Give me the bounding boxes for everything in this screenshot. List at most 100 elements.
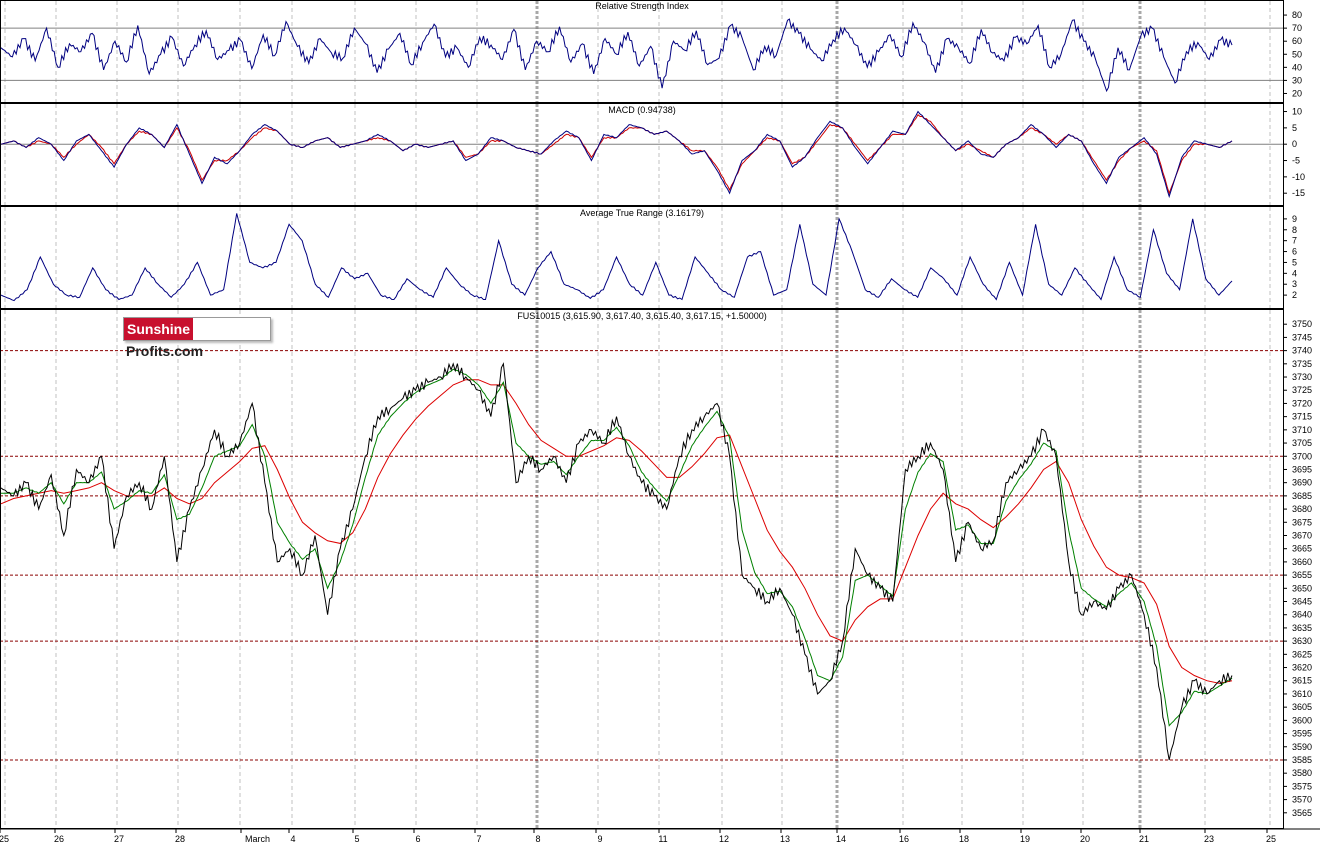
panel-frame bbox=[0, 309, 1284, 829]
y-tick-label: 3635 bbox=[1292, 623, 1312, 633]
y-tick-label: 3625 bbox=[1292, 649, 1312, 659]
x-tick-label: 21 bbox=[1139, 834, 1149, 844]
x-tick-label: 8 bbox=[535, 834, 540, 844]
y-tick-label: 5 bbox=[1292, 123, 1297, 133]
y-tick-label: 3620 bbox=[1292, 663, 1312, 673]
y-tick-label: 3745 bbox=[1292, 332, 1312, 342]
y-tick-label: 70 bbox=[1292, 23, 1302, 33]
y-tick-label: 3660 bbox=[1292, 557, 1312, 567]
x-tick-label: 16 bbox=[899, 834, 909, 844]
y-tick-label: 3570 bbox=[1292, 795, 1312, 805]
y-tick-label: 3730 bbox=[1292, 372, 1312, 382]
macd-title: MACD (0.94738) bbox=[608, 105, 676, 115]
y-tick-label: 10 bbox=[1292, 107, 1302, 117]
price-title: FUS10015 (3,615.90, 3,617.40, 3,615.40, … bbox=[517, 311, 766, 321]
y-tick-label: 5 bbox=[1292, 257, 1297, 267]
y-tick-label: 3695 bbox=[1292, 464, 1312, 474]
y-tick-label: 4 bbox=[1292, 268, 1297, 278]
atr-title: Average True Range (3.16179) bbox=[580, 208, 704, 218]
x-tick-label: 5 bbox=[354, 834, 359, 844]
y-tick-label: 3700 bbox=[1292, 451, 1312, 461]
y-tick-label: 3670 bbox=[1292, 530, 1312, 540]
price-ma-fast bbox=[0, 368, 1233, 727]
x-tick-label: 6 bbox=[415, 834, 420, 844]
y-tick-label: 3680 bbox=[1292, 504, 1312, 514]
panel-frame bbox=[0, 103, 1284, 206]
panel-frame bbox=[0, 206, 1284, 309]
y-tick-label: 3715 bbox=[1292, 412, 1312, 422]
y-tick-label: 60 bbox=[1292, 36, 1302, 46]
macd-signal-line bbox=[0, 114, 1233, 195]
y-tick-label: 3655 bbox=[1292, 570, 1312, 580]
y-tick-label: 3600 bbox=[1292, 715, 1312, 725]
price-line bbox=[0, 362, 1233, 761]
y-tick-label: 3690 bbox=[1292, 478, 1312, 488]
y-tick-label: 50 bbox=[1292, 49, 1302, 59]
y-tick-label: 3675 bbox=[1292, 517, 1312, 527]
axis-layer: 25 26 27 28 March 4 5 6 7 8 9 11 12 13 14 16 18 19 20 21 23 2… bbox=[0, 10, 1312, 844]
y-tick-label: 3630 bbox=[1292, 636, 1312, 646]
x-tick-label: 11 bbox=[658, 834, 667, 844]
x-tick-label: 26 bbox=[54, 834, 64, 844]
y-tick-label: 3610 bbox=[1292, 689, 1312, 699]
x-tick-label: 18 bbox=[959, 834, 969, 844]
y-tick-label: 6 bbox=[1292, 247, 1297, 257]
sunshine-profits-logo: Sunshine Profits.com bbox=[123, 317, 271, 359]
panel-frame bbox=[0, 0, 1284, 103]
x-tick-label: 27 bbox=[114, 834, 124, 844]
x-tick-label: 9 bbox=[597, 834, 602, 844]
logo-part2: Profits.com bbox=[126, 343, 204, 359]
y-tick-label: -10 bbox=[1292, 172, 1305, 182]
y-tick-label: 3665 bbox=[1292, 544, 1312, 554]
y-tick-label: 3565 bbox=[1292, 808, 1312, 818]
y-tick-label: 3740 bbox=[1292, 346, 1312, 356]
y-tick-label: 8 bbox=[1292, 225, 1297, 235]
y-tick-label: 30 bbox=[1292, 75, 1302, 85]
y-tick-label: 3750 bbox=[1292, 319, 1312, 329]
y-tick-label: 7 bbox=[1292, 236, 1297, 246]
x-tick-label: 4 bbox=[290, 834, 295, 844]
y-tick-label: 3580 bbox=[1292, 768, 1312, 778]
price-chart: 25 26 27 28 March 4 5 6 7 8 9 11 12 13 14 16 18 19 20 21 23 2… bbox=[0, 0, 1320, 844]
y-tick-label: 9 bbox=[1292, 214, 1297, 224]
y-tick-label: 3645 bbox=[1292, 597, 1312, 607]
y-tick-label: 3615 bbox=[1292, 676, 1312, 686]
x-tick-label: 12 bbox=[719, 834, 729, 844]
y-tick-label: 3640 bbox=[1292, 610, 1312, 620]
x-tick-label: 20 bbox=[1080, 834, 1090, 844]
x-tick-label: 23 bbox=[1204, 834, 1214, 844]
y-tick-label: 3595 bbox=[1292, 729, 1312, 739]
y-tick-label: 3685 bbox=[1292, 491, 1312, 501]
y-tick-label: 3705 bbox=[1292, 438, 1312, 448]
y-tick-label: 3590 bbox=[1292, 742, 1312, 752]
y-tick-label: 20 bbox=[1292, 88, 1302, 98]
y-tick-label: 80 bbox=[1292, 10, 1302, 20]
y-tick-label: 3725 bbox=[1292, 385, 1312, 395]
grid-layer bbox=[0, 1, 1283, 828]
logo-part1: Sunshine bbox=[124, 318, 194, 340]
x-tick-label: 7 bbox=[476, 834, 481, 844]
y-tick-label: 3735 bbox=[1292, 359, 1312, 369]
y-tick-label: 3605 bbox=[1292, 702, 1312, 712]
y-tick-label: 3650 bbox=[1292, 583, 1312, 593]
panel-frames bbox=[0, 0, 1320, 830]
x-tick-label: 25 bbox=[0, 834, 9, 844]
atr-line bbox=[0, 213, 1233, 302]
macd-line bbox=[0, 110, 1233, 199]
rsi-title: Relative Strength Index bbox=[595, 1, 689, 11]
x-tick-label: 25 bbox=[1266, 834, 1276, 844]
y-tick-label: -5 bbox=[1292, 156, 1300, 166]
x-tick-label: 28 bbox=[175, 834, 185, 844]
y-tick-label: 3720 bbox=[1292, 398, 1312, 408]
y-tick-label: 3 bbox=[1292, 279, 1297, 289]
y-tick-label: 40 bbox=[1292, 62, 1302, 72]
x-tick-label: March bbox=[245, 834, 270, 844]
series-layer bbox=[0, 18, 1233, 761]
y-tick-label: 2 bbox=[1292, 290, 1297, 300]
x-tick-label: 14 bbox=[836, 834, 846, 844]
y-tick-label: 0 bbox=[1292, 139, 1297, 149]
y-tick-label: 3575 bbox=[1292, 781, 1312, 791]
y-tick-label: 3710 bbox=[1292, 425, 1312, 435]
x-tick-label: 19 bbox=[1020, 834, 1030, 844]
y-tick-label: -15 bbox=[1292, 188, 1305, 198]
